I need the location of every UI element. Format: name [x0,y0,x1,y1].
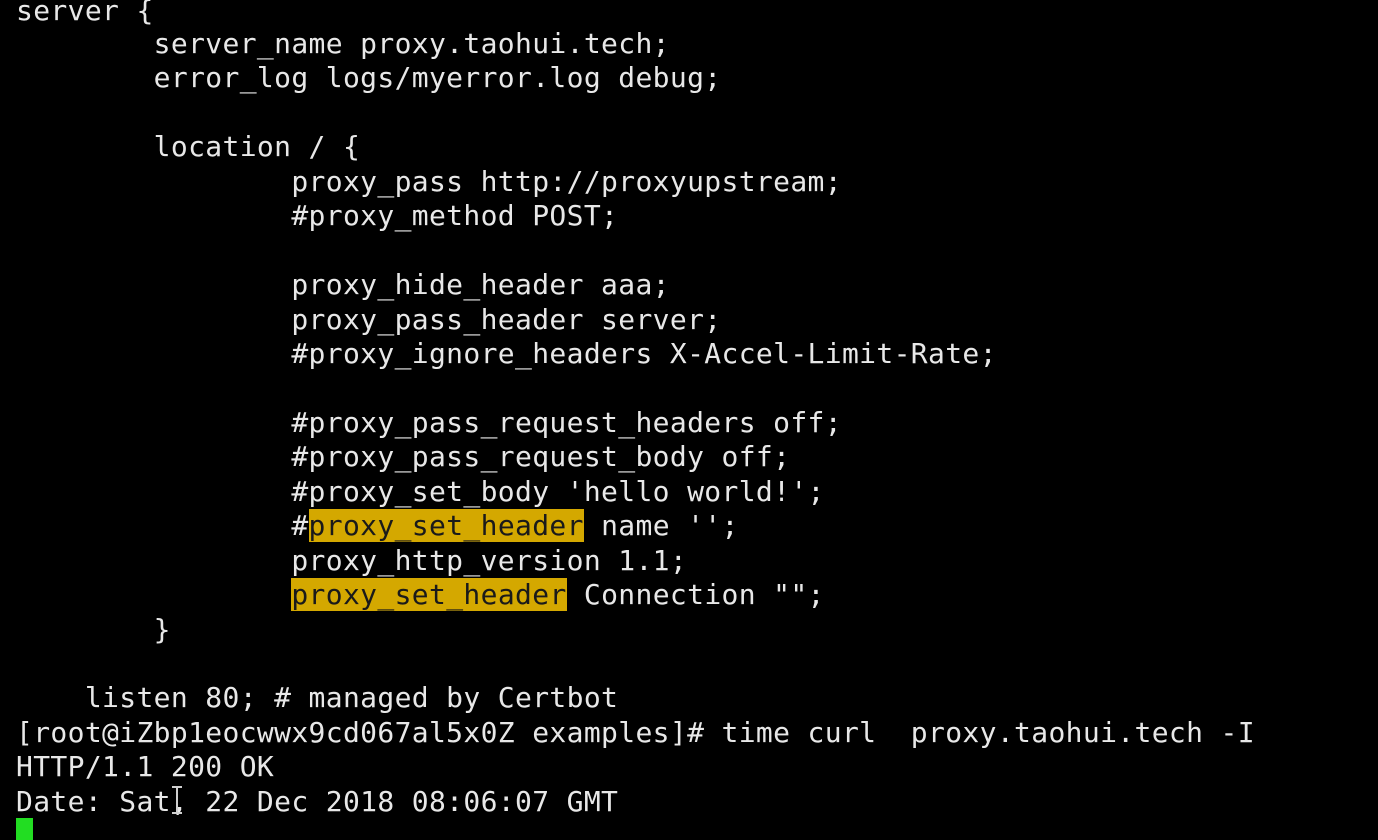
code-line: server_name proxy.taohui.tech; [16,27,670,60]
shell-prompt-command: [root@iZbp1eocwwx9cd067al5x0Z examples]#… [16,716,1255,749]
code-line: location / { [16,130,361,163]
code-line: } [16,613,171,646]
code-line: #proxy_pass_request_headers off; [16,406,842,439]
code-line-highlighted: proxy_set_header Connection ""; [16,578,825,612]
code-line: proxy_pass_header server; [16,303,722,336]
output-line: HTTP/1.1 200 OK [16,750,275,783]
line-prefix: # [16,509,309,542]
code-line-highlighted: #proxy_set_header name ''; [16,509,739,543]
code-line: proxy_pass http://proxyupstream; [16,165,842,198]
search-highlight: proxy_set_header [308,509,584,542]
terminal-cursor [16,818,33,840]
code-line: error_log logs/myerror.log debug; [16,61,722,94]
line-prefix [16,578,291,611]
terminal-window[interactable]: server { server_name proxy.taohui.tech; … [0,0,1378,840]
output-line: Date: Sat, 22 Dec 2018 08:06:07 GMT [16,785,619,818]
search-highlight: proxy_set_header [291,578,567,611]
code-line: proxy_hide_header aaa; [16,268,670,301]
code-line: #proxy_pass_request_body off; [16,440,791,473]
line-rest: Connection ""; [566,578,825,611]
code-line: listen 80; # managed by Certbot [16,681,619,714]
code-line: #proxy_ignore_headers X-Accel-Limit-Rate… [16,337,997,370]
code-line: #proxy_set_body 'hello world!'; [16,475,825,508]
code-line: server { [16,0,154,27]
line-rest: name ''; [583,509,739,542]
code-line: #proxy_method POST; [16,199,619,232]
code-line: proxy_http_version 1.1; [16,544,688,577]
text-cursor-icon [172,786,182,814]
